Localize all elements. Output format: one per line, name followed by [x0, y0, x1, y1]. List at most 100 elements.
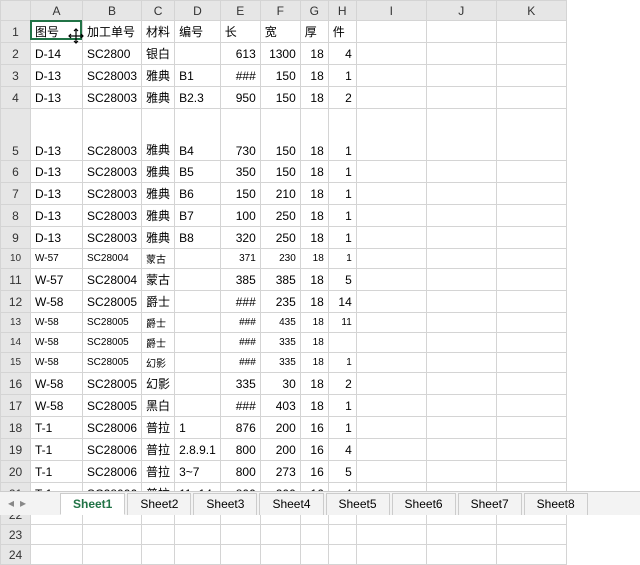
cell[interactable]	[426, 227, 496, 249]
cell[interactable]: 雅典	[142, 205, 175, 227]
cell[interactable]: 1	[328, 109, 356, 161]
row-header[interactable]: 14	[1, 333, 31, 353]
cell[interactable]: 件	[328, 21, 356, 43]
cell[interactable]	[175, 249, 221, 269]
cell[interactable]: 加工单号	[83, 21, 142, 43]
cell[interactable]: 18	[300, 43, 328, 65]
cell[interactable]: 150	[260, 109, 300, 161]
sheet-tab[interactable]: Sheet7	[458, 493, 522, 515]
cell[interactable]: B4	[175, 109, 221, 161]
col-header-E[interactable]: E	[220, 1, 260, 21]
cell[interactable]: 14	[328, 291, 356, 313]
cell[interactable]	[328, 545, 356, 565]
cell[interactable]	[496, 43, 566, 65]
cell[interactable]: 16	[300, 417, 328, 439]
cell[interactable]: 普拉	[142, 417, 175, 439]
sheet-nav-arrows[interactable]: ◂ ▸	[0, 491, 34, 515]
cell[interactable]	[496, 87, 566, 109]
row-header[interactable]: 16	[1, 373, 31, 395]
cell[interactable]: D-13	[31, 183, 83, 205]
cell[interactable]	[426, 87, 496, 109]
cell[interactable]	[496, 313, 566, 333]
cell[interactable]	[328, 333, 356, 353]
cell[interactable]: 幻影	[142, 353, 175, 373]
sheet-tab[interactable]: Sheet2	[127, 493, 191, 515]
cell[interactable]: 200	[260, 417, 300, 439]
cell[interactable]: W-58	[31, 291, 83, 313]
row-header[interactable]: 3	[1, 65, 31, 87]
cell[interactable]: 5	[328, 461, 356, 483]
cell[interactable]: ###	[220, 353, 260, 373]
cell[interactable]: D-13	[31, 109, 83, 161]
cell[interactable]	[356, 313, 426, 333]
cell[interactable]	[496, 269, 566, 291]
cell[interactable]	[31, 545, 83, 565]
cell[interactable]	[356, 43, 426, 65]
row-header[interactable]: 2	[1, 43, 31, 65]
cell[interactable]: SC28005	[83, 291, 142, 313]
cell[interactable]	[496, 333, 566, 353]
cell[interactable]: 蒙古	[142, 249, 175, 269]
col-header-F[interactable]: F	[260, 1, 300, 21]
cell[interactable]	[356, 353, 426, 373]
cell[interactable]: 爵士	[142, 313, 175, 333]
cell[interactable]	[426, 109, 496, 161]
cell[interactable]: 950	[220, 87, 260, 109]
row-header[interactable]: 19	[1, 439, 31, 461]
row-header[interactable]: 6	[1, 161, 31, 183]
cell[interactable]: 800	[220, 461, 260, 483]
cell[interactable]: 18	[300, 227, 328, 249]
cell[interactable]	[426, 291, 496, 313]
cell[interactable]: B8	[175, 227, 221, 249]
cell[interactable]: 200	[260, 439, 300, 461]
cell[interactable]: 371	[220, 249, 260, 269]
cell[interactable]: 编号	[175, 21, 221, 43]
cell[interactable]: 30	[260, 373, 300, 395]
cell[interactable]	[496, 161, 566, 183]
cell[interactable]: 385	[260, 269, 300, 291]
cell[interactable]: 1	[328, 161, 356, 183]
cell[interactable]: 150	[220, 183, 260, 205]
cell[interactable]	[83, 525, 142, 545]
cell[interactable]: W-57	[31, 249, 83, 269]
cell[interactable]	[496, 21, 566, 43]
cell[interactable]	[426, 417, 496, 439]
cell[interactable]: 730	[220, 109, 260, 161]
cell[interactable]: 2	[328, 373, 356, 395]
cell[interactable]	[426, 161, 496, 183]
cell[interactable]: W-58	[31, 313, 83, 333]
cell[interactable]: 1	[328, 205, 356, 227]
cell[interactable]	[356, 525, 426, 545]
col-header-K[interactable]: K	[496, 1, 566, 21]
row-header[interactable]: 12	[1, 291, 31, 313]
cell[interactable]	[356, 291, 426, 313]
cell[interactable]	[175, 43, 221, 65]
cell[interactable]	[496, 249, 566, 269]
cell[interactable]: 230	[260, 249, 300, 269]
cell[interactable]: 2.8.9.1	[175, 439, 221, 461]
cell[interactable]: 雅典	[142, 183, 175, 205]
cell[interactable]	[142, 545, 175, 565]
cell[interactable]	[496, 461, 566, 483]
cell[interactable]	[356, 461, 426, 483]
cell[interactable]	[175, 525, 221, 545]
cell[interactable]: 雅典	[142, 109, 175, 161]
cell[interactable]: 335	[220, 373, 260, 395]
cell[interactable]: SC28003	[83, 161, 142, 183]
sheet-tab[interactable]: Sheet6	[392, 493, 456, 515]
cell[interactable]	[260, 545, 300, 565]
cell[interactable]	[175, 373, 221, 395]
col-header-H[interactable]: H	[328, 1, 356, 21]
cell[interactable]: SC28005	[83, 313, 142, 333]
cell[interactable]	[356, 269, 426, 291]
cell[interactable]: 350	[220, 161, 260, 183]
sheet-tab[interactable]: Sheet5	[326, 493, 390, 515]
cell[interactable]: 100	[220, 205, 260, 227]
row-header[interactable]: 5	[1, 109, 31, 161]
cell[interactable]	[175, 353, 221, 373]
cell[interactable]: SC28003	[83, 205, 142, 227]
sheet-tab[interactable]: Sheet1	[60, 493, 125, 515]
cell[interactable]: 18	[300, 183, 328, 205]
cell[interactable]: 3~7	[175, 461, 221, 483]
cell[interactable]	[496, 417, 566, 439]
